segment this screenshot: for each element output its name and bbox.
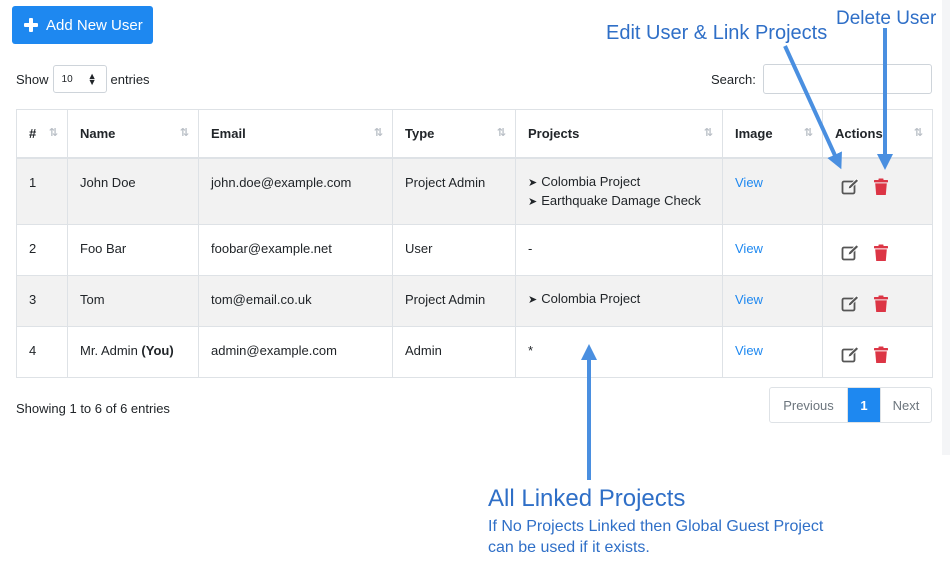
cell-type: Admin: [392, 326, 516, 378]
entries-per-page-value: 10: [61, 73, 73, 85]
callout-delete: Delete User: [836, 8, 937, 29]
column-header-actions[interactable]: Actions ⇅: [822, 109, 933, 159]
entries-per-page-select[interactable]: 10 ▲ ▼: [52, 65, 107, 93]
column-header-name[interactable]: Name ⇅: [67, 109, 199, 159]
sort-icon: ⇅: [496, 127, 506, 139]
current-user-marker: (You): [141, 343, 174, 358]
column-header-email[interactable]: Email ⇅: [198, 109, 393, 159]
cell-email: john.doe@example.com: [198, 157, 393, 225]
search-label: Search:: [711, 72, 756, 87]
show-label: Show: [16, 71, 49, 87]
select-updown-icon: ▲ ▼: [87, 71, 97, 87]
pagination-page-1[interactable]: 1: [848, 388, 880, 422]
table-row: 3 Tom tom@email.co.uk Project Admin ➤ Col…: [16, 275, 933, 327]
sort-icon: ⇅: [48, 127, 58, 139]
table-row: 2 Foo Bar foobar@example.net User - View: [16, 224, 933, 276]
column-header-number[interactable]: # ⇅: [16, 109, 68, 159]
sort-icon: ⇅: [373, 127, 383, 139]
sort-icon: ⇅: [803, 127, 813, 139]
cell-actions: [822, 326, 933, 378]
cell-projects: ➤ Colombia Project ➤ Earthquake Damage Che…: [515, 157, 723, 225]
cell-projects: -: [515, 224, 723, 276]
cell-name: Foo Bar: [67, 224, 199, 276]
pagination-next[interactable]: Next: [880, 388, 931, 422]
page-edge-shade: [942, 0, 950, 455]
cell-email: tom@email.co.uk: [198, 275, 393, 327]
sort-icon: ⇅: [913, 127, 923, 139]
cell-actions: [822, 275, 933, 327]
cell-type: Project Admin: [392, 157, 516, 225]
cell-image: View: [722, 224, 823, 276]
trash-icon[interactable]: [872, 244, 890, 262]
arrowhead-icon: ➤: [528, 294, 538, 306]
trash-icon[interactable]: [872, 346, 890, 364]
pagination: Previous 1 Next: [769, 387, 932, 423]
sort-icon: ⇅: [179, 127, 189, 139]
cell-image: View: [722, 326, 823, 378]
search-input[interactable]: [763, 64, 932, 94]
edit-icon[interactable]: [841, 244, 859, 262]
edit-icon[interactable]: [841, 177, 859, 196]
table-info: Showing 1 to 6 of 6 entries: [16, 401, 170, 416]
arrowhead-icon: ➤: [528, 195, 538, 208]
cell-actions: [822, 157, 933, 225]
user-name: Mr. Admin: [80, 343, 138, 358]
cell-image: View: [722, 157, 823, 225]
view-image-link[interactable]: View: [735, 175, 763, 190]
cell-number: 4: [16, 326, 68, 378]
column-header-type[interactable]: Type ⇅: [392, 109, 516, 159]
cell-projects: ➤ Colombia Project: [515, 275, 723, 327]
callout-linked-projects-note: If No Projects Linked then Global Guest …: [488, 516, 868, 558]
cell-number: 1: [16, 157, 68, 225]
cell-type: Project Admin: [392, 275, 516, 327]
cell-name: Tom: [67, 275, 199, 327]
callout-edit: Edit User & Link Projects: [606, 22, 828, 44]
cell-email: foobar@example.net: [198, 224, 393, 276]
callout-linked-projects-title: All Linked Projects: [488, 485, 686, 512]
plus-icon: [24, 18, 38, 32]
trash-icon[interactable]: [872, 295, 890, 313]
entries-label: entries: [110, 71, 150, 87]
view-image-link[interactable]: View: [735, 241, 763, 256]
cell-type: User: [392, 224, 516, 276]
view-image-link[interactable]: View: [735, 292, 763, 307]
cell-projects: *: [515, 326, 723, 378]
cell-number: 2: [16, 224, 68, 276]
add-new-user-button[interactable]: Add New User: [12, 6, 153, 44]
pagination-previous[interactable]: Previous: [770, 388, 848, 422]
arrowhead-icon: ➤: [528, 176, 538, 189]
users-table: # ⇅ Name ⇅ Email ⇅ Type ⇅ Projects ⇅ Image ⇅ A…: [16, 109, 933, 378]
project-item: ➤ Colombia Project: [528, 291, 641, 306]
edit-icon[interactable]: [841, 295, 859, 313]
column-header-image[interactable]: Image ⇅: [722, 109, 823, 159]
table-row: 4 Mr. Admin (You) admin@example.com Admi…: [16, 326, 933, 378]
table-header-row: # ⇅ Name ⇅ Email ⇅ Type ⇅ Projects ⇅ Image ⇅ A…: [16, 109, 933, 159]
cell-name: Mr. Admin (You): [67, 326, 199, 378]
trash-icon[interactable]: [872, 178, 890, 196]
view-image-link[interactable]: View: [735, 343, 763, 358]
callout-note-line-2: can be used if it exists.: [488, 539, 650, 556]
cell-name: John Doe: [67, 157, 199, 225]
callout-note-line-1: If No Projects Linked then Global Guest …: [488, 518, 824, 535]
entries-length-control: Show 10 ▲ ▼ entries: [16, 64, 150, 94]
sort-icon: ⇅: [703, 127, 713, 139]
add-new-user-label: Add New User: [46, 16, 143, 34]
project-item: ➤ Earthquake Damage Check: [528, 192, 701, 208]
edit-icon[interactable]: [841, 346, 859, 364]
column-header-projects[interactable]: Projects ⇅: [515, 109, 723, 159]
table-row: 1 John Doe john.doe@example.com Project …: [16, 157, 933, 225]
cell-image: View: [722, 275, 823, 327]
cell-email: admin@example.com: [198, 326, 393, 378]
cell-actions: [822, 224, 933, 276]
cell-number: 3: [16, 275, 68, 327]
